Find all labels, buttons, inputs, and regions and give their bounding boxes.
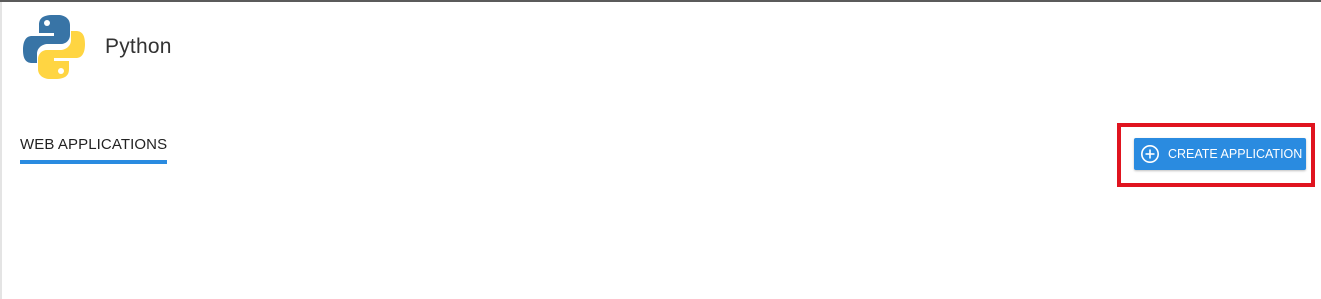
python-logo-icon — [23, 15, 85, 79]
create-application-label: CREATE APPLICATION — [1168, 147, 1303, 161]
tab-web-applications[interactable]: WEB APPLICATIONS — [20, 136, 168, 164]
left-border — [0, 2, 2, 299]
top-border — [0, 0, 1321, 2]
page-title: Python — [105, 35, 172, 58]
create-application-button[interactable]: CREATE APPLICATION — [1134, 138, 1306, 170]
python-app-panel: Python WEB APPLICATIONS CREATE APPLICATI… — [0, 0, 1321, 299]
plus-circle-icon — [1141, 145, 1159, 163]
page-header: Python — [22, 14, 172, 80]
